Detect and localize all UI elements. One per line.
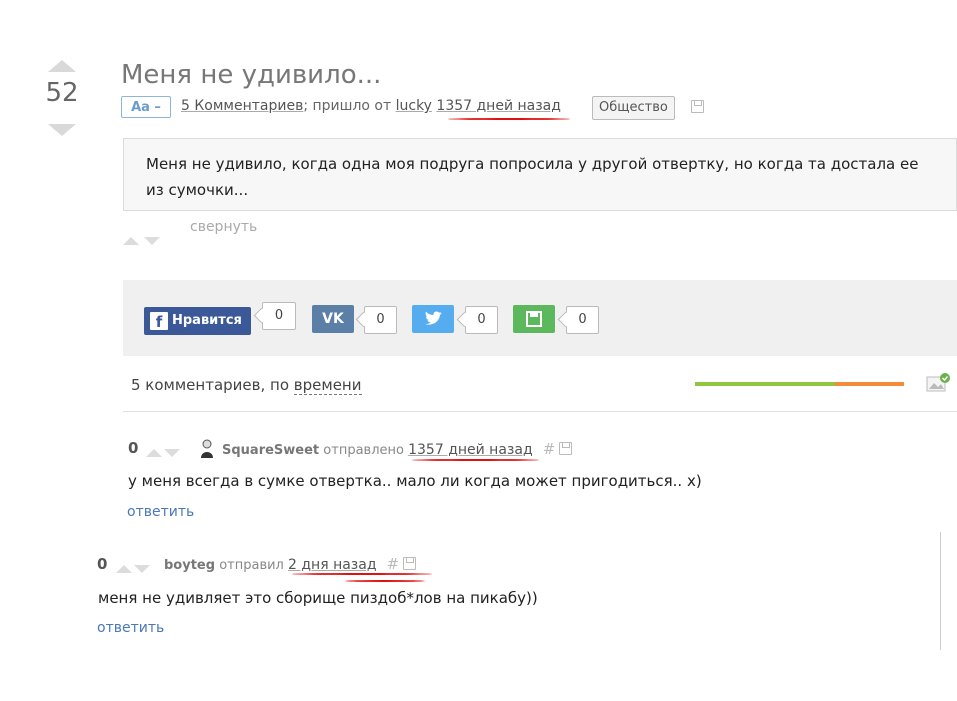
collapse-vote-arrows[interactable] [123, 230, 161, 249]
comment-vote-arrows[interactable] [116, 558, 150, 577]
reply-link[interactable]: ответить [97, 620, 164, 636]
comment-meta: boyteg отправил 2 дня назад # [164, 555, 417, 573]
comments-header: 5 комментариев, по времени [131, 376, 362, 395]
comment-text: у меня всегда в сумке отвертка.. мало ли… [128, 472, 702, 490]
comment-verb: отправил [219, 558, 284, 573]
image-settings-icon[interactable] [926, 373, 950, 393]
twitter-share-button[interactable] [412, 305, 454, 333]
post-title[interactable]: Меня не удивило... [121, 60, 381, 90]
upvote-post-button[interactable] [48, 60, 76, 72]
vk-count: 0 [364, 306, 397, 334]
facebook-count: 0 [262, 302, 296, 330]
collapse-link[interactable]: свернуть [190, 219, 257, 235]
divider [123, 411, 957, 412]
save-comment-icon[interactable] [559, 442, 573, 455]
comment-text: меня не удивляет это сборище пиздоб*лов … [98, 589, 538, 607]
save-comment-icon[interactable] [403, 557, 417, 570]
author-link[interactable]: lucky [396, 98, 432, 114]
comment-user[interactable]: SquareSweet [222, 443, 319, 458]
downvote-post-button[interactable] [48, 124, 76, 136]
from-prefix: ; пришло от [303, 98, 392, 114]
font-size-toggle[interactable]: Aa – [121, 96, 171, 118]
thread-line [940, 532, 941, 650]
save-count: 0 [566, 306, 599, 334]
progress-green [695, 382, 835, 386]
facebook-like-button[interactable]: f Нравится [144, 307, 251, 335]
permalink-hash[interactable]: # [387, 555, 400, 573]
permalink-hash[interactable]: # [543, 440, 556, 458]
twitter-count: 0 [465, 306, 498, 334]
comment-time[interactable]: 1357 дней назад [408, 442, 533, 458]
red-underline-annotation [448, 118, 570, 120]
comment-user[interactable]: boyteg [164, 558, 215, 573]
twitter-icon [425, 311, 442, 325]
comment-rating: 0 [128, 439, 139, 457]
facebook-like-label: Нравится [172, 313, 242, 328]
vk-icon: VK [322, 311, 344, 327]
comment-rating: 0 [97, 555, 108, 573]
sort-dropdown[interactable]: времени [293, 376, 362, 395]
tag-button[interactable]: Общество [592, 96, 675, 120]
comment-meta: SquareSweet отправлено 1357 дней назад # [222, 440, 573, 458]
post-text: Меня не удивило, когда одна моя подруга … [123, 138, 957, 211]
vk-share-button[interactable]: VK [312, 305, 354, 333]
avatar[interactable] [199, 438, 215, 458]
post-rating: 52 [45, 78, 79, 108]
comment-verb: отправлено [323, 443, 404, 458]
comment-time[interactable]: 2 дня назад [288, 557, 377, 573]
comment-vote-arrows[interactable] [146, 442, 180, 461]
red-underline-annotation [412, 459, 539, 461]
post-time[interactable]: 1357 дней назад [436, 98, 561, 114]
progress-orange [835, 382, 904, 386]
save-share-button[interactable] [513, 305, 555, 333]
comments-link[interactable]: 5 Комментариев [181, 98, 303, 114]
reply-link[interactable]: ответить [127, 504, 194, 520]
save-icon [526, 311, 542, 327]
save-post-icon[interactable] [691, 98, 704, 117]
red-underline-annotation [345, 580, 425, 582]
comments-count-label: 5 комментариев, по [131, 376, 290, 394]
facebook-icon: f [150, 311, 168, 331]
post-meta: 5 Комментариев; пришло от lucky 1357 дне… [181, 98, 561, 114]
red-underline-annotation [292, 573, 432, 575]
